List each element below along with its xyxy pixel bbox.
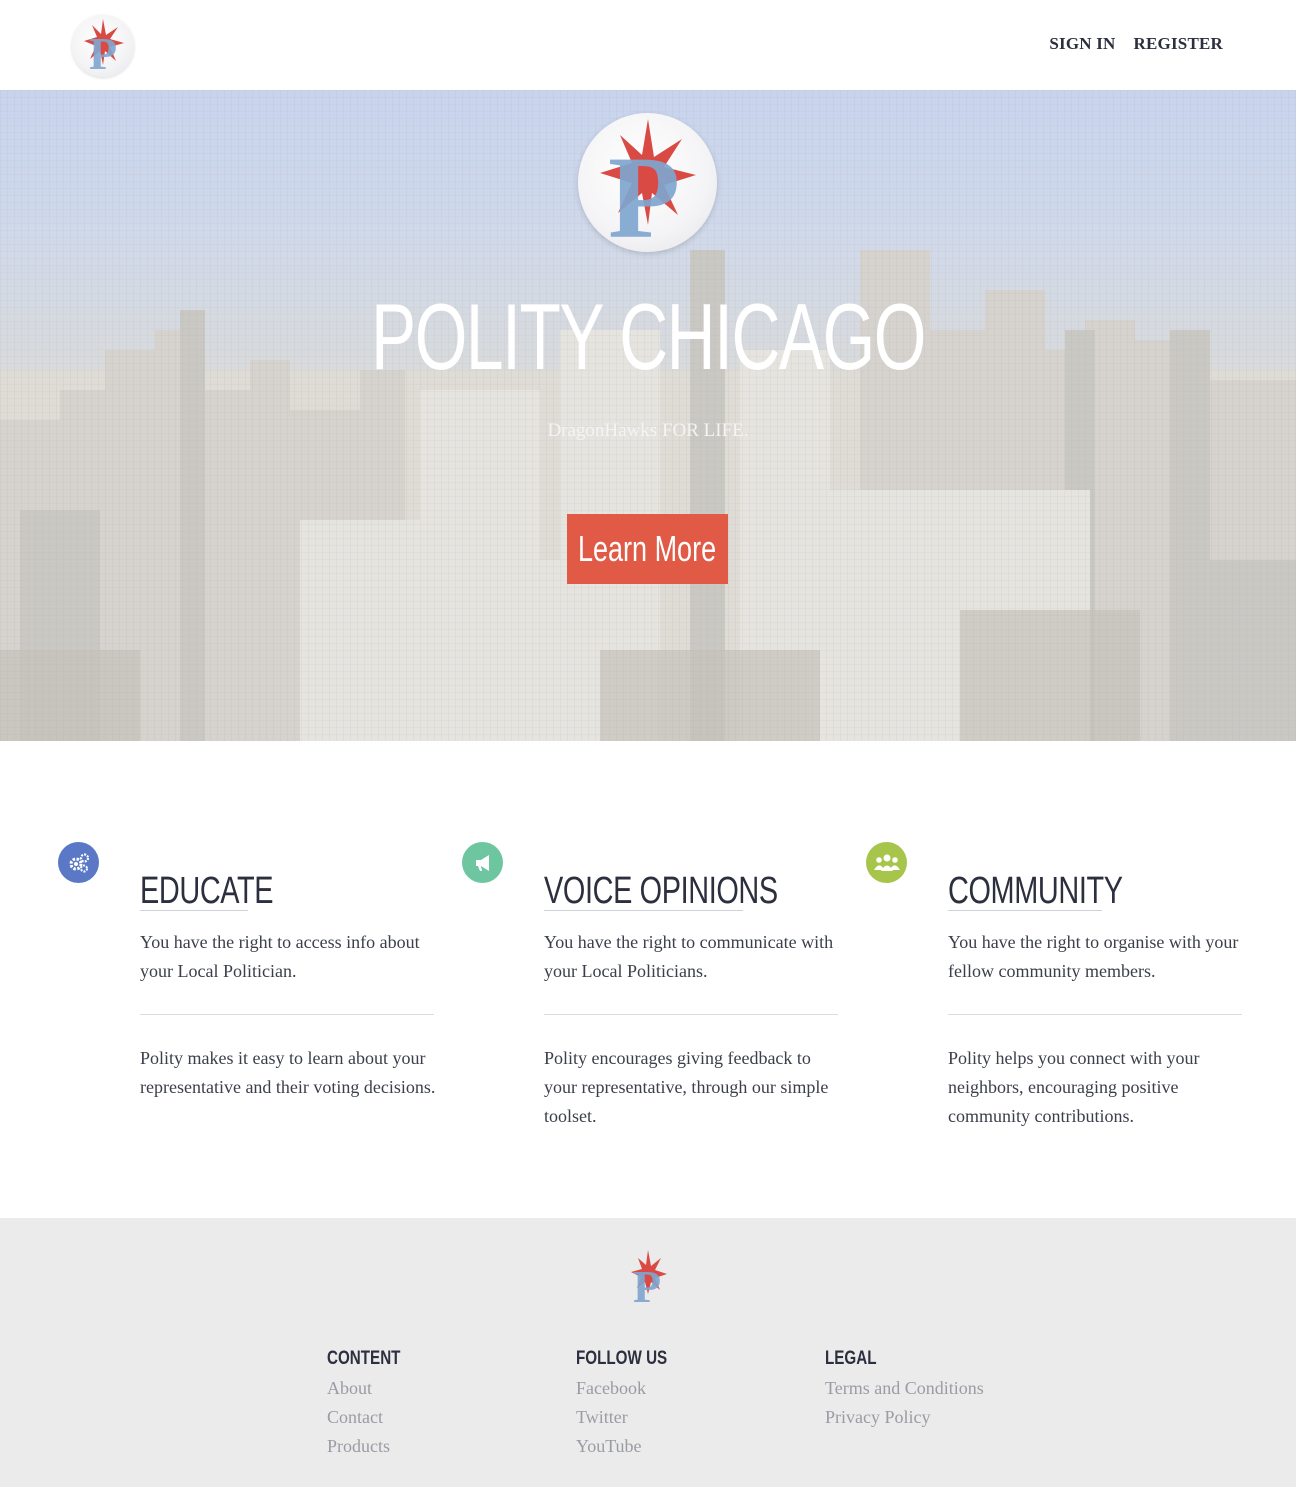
svg-text:P: P: [608, 132, 680, 252]
footer-heading: LEGAL: [825, 1348, 877, 1369]
hero-section: P POLITY CHICAGO DragonHawks FOR LIFE. L…: [0, 90, 1296, 741]
feature-description: Polity encourages giving feedback to you…: [544, 1048, 829, 1126]
feature-text: You have the right to communicate with y…: [544, 932, 834, 981]
footer-link-facebook[interactable]: Facebook: [576, 1374, 690, 1403]
feature-text: You have the right to organise with your…: [948, 932, 1239, 981]
site-header: P SIGN IN REGISTER: [0, 0, 1296, 90]
learn-more-button[interactable]: Learn More: [567, 514, 728, 584]
feature-divider: [948, 1014, 1242, 1015]
footer-column-legal: LEGAL Terms and Conditions Privacy Polic…: [825, 1348, 984, 1432]
feature-description: Polity makes it easy to learn about your…: [140, 1048, 436, 1097]
footer-link-products[interactable]: Products: [327, 1432, 419, 1461]
footer-link-privacy[interactable]: Privacy Policy: [825, 1403, 984, 1432]
hero-subtitle: DragonHawks FOR LIFE.: [547, 420, 749, 441]
footer-logo-icon[interactable]: P: [625, 1248, 671, 1312]
hero-title: POLITY CHICAGO: [370, 284, 926, 389]
title-underline: [948, 910, 1102, 911]
footer-heading: CONTENT: [327, 1348, 401, 1369]
footer-link-youtube[interactable]: YouTube: [576, 1432, 690, 1461]
footer-heading: FOLLOW US: [576, 1348, 668, 1369]
feature-divider: [140, 1014, 434, 1015]
footer-column-follow-us: FOLLOW US Facebook Twitter YouTube: [576, 1348, 690, 1461]
footer-link-about[interactable]: About: [327, 1374, 419, 1403]
svg-text:P: P: [633, 1261, 661, 1308]
footer-link-twitter[interactable]: Twitter: [576, 1403, 690, 1432]
title-underline: [544, 910, 743, 911]
register-link[interactable]: REGISTER: [1134, 34, 1223, 54]
footer-column-content: CONTENT About Contact Products: [327, 1348, 419, 1461]
sign-in-link[interactable]: SIGN IN: [1049, 34, 1115, 54]
users-icon: [866, 842, 907, 883]
title-underline: [140, 910, 248, 911]
feature-title: EDUCATE: [140, 870, 274, 912]
feature-title: VOICE OPINIONS: [544, 870, 778, 912]
megaphone-icon: [462, 842, 503, 883]
feature-divider: [544, 1014, 838, 1015]
footer-link-terms[interactable]: Terms and Conditions: [825, 1374, 984, 1403]
svg-text:P: P: [89, 28, 117, 77]
hero-logo-icon: P: [578, 113, 717, 263]
learn-more-label: Learn More: [578, 528, 717, 569]
feature-description: Polity helps you connect with your neigh…: [948, 1048, 1200, 1126]
gears-icon: [58, 842, 99, 883]
site-footer: P CONTENT About Contact Products FOLLOW …: [0, 1218, 1296, 1487]
feature-title: COMMUNITY: [948, 870, 1123, 912]
footer-link-contact[interactable]: Contact: [327, 1403, 419, 1432]
polity-logo-icon[interactable]: P: [72, 15, 134, 79]
feature-text: You have the right to access info about …: [140, 932, 420, 981]
top-nav: SIGN IN REGISTER: [1049, 34, 1223, 54]
